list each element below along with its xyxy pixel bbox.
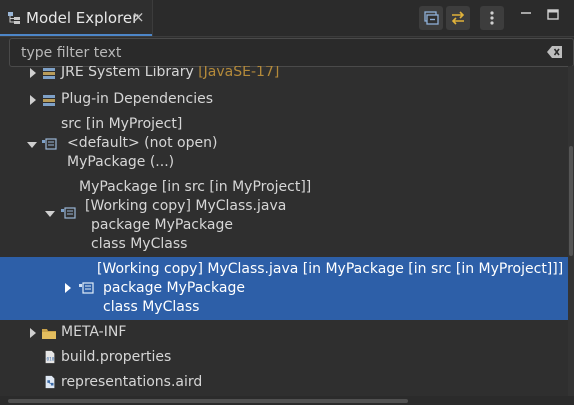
chevron-down-icon[interactable]: [44, 208, 56, 220]
tree-item-meta-inf[interactable]: META-INF: [0, 322, 568, 344]
tree-item-mypackage[interactable]: MyPackage [in src [in MyProject]] [Worki…: [0, 178, 568, 256]
chevron-right-icon[interactable]: [27, 327, 39, 339]
chevron-down-icon[interactable]: [26, 139, 38, 151]
link-with-editor-icon: [451, 11, 465, 25]
tab-model-explorer[interactable]: Model Explorer ×: [0, 0, 153, 36]
tree-item-label: build.properties: [61, 349, 172, 365]
filter-box: [9, 38, 574, 67]
link-with-editor-button[interactable]: [446, 6, 470, 30]
tree-item-label: package MyPackage: [103, 280, 245, 296]
folder-icon: [42, 329, 56, 339]
tree-item-label: JRE System Library [JavaSE-17]: [61, 66, 280, 80]
view-menu-button[interactable]: [480, 6, 504, 30]
filter-input[interactable]: [19, 42, 523, 64]
tree-item-label: class MyClass: [91, 236, 188, 252]
tree-item-representations-aird[interactable]: representations.aird: [0, 372, 568, 394]
collapse-all-button[interactable]: [419, 6, 443, 30]
tree-item-label: MyPackage (...): [67, 154, 175, 170]
scrollbar-thumb[interactable]: [8, 399, 408, 403]
tree-item-build-properties[interactable]: 010 build.properties: [0, 347, 568, 369]
chevron-right-icon[interactable]: [62, 282, 74, 294]
tree-item-src[interactable]: src [in MyProject] <default> (not open) …: [0, 114, 568, 172]
java-file-icon: [61, 207, 76, 219]
tree-item-label: [Working copy] MyClass.java: [85, 198, 287, 214]
chevron-right-icon[interactable]: [27, 67, 39, 79]
tree-item-label: class MyClass: [103, 299, 200, 315]
tree-item-label: package MyPackage: [91, 217, 233, 233]
scrollbar-thumb[interactable]: [569, 146, 573, 256]
package-icon: [42, 138, 57, 150]
tree-item-label: Plug-in Dependencies: [61, 91, 213, 107]
chevron-right-icon[interactable]: [27, 94, 39, 106]
library-icon: [43, 68, 55, 79]
properties-file-icon: 010: [45, 350, 55, 364]
model-explorer-icon: [8, 12, 20, 24]
model-tree: JRE System Library [JavaSE-17] Plug-in D…: [0, 66, 568, 396]
tab-active-indicator: [0, 34, 152, 36]
maximize-icon[interactable]: [546, 8, 560, 22]
close-icon[interactable]: ×: [132, 8, 145, 26]
view-tab-bar: Model Explorer ×: [0, 0, 574, 37]
tab-title: Model Explorer: [26, 9, 139, 27]
tree-item-plugin-dependencies[interactable]: Plug-in Dependencies: [0, 88, 568, 110]
tree-item-label: src [in MyProject]: [61, 116, 183, 132]
svg-text:010: 010: [47, 357, 55, 363]
minimize-icon[interactable]: [519, 8, 533, 22]
vertical-scrollbar[interactable]: [568, 66, 574, 396]
tree-item-label: <default> (not open): [67, 135, 218, 151]
tree-item-label: representations.aird: [61, 374, 203, 390]
aird-file-icon: [45, 375, 55, 389]
clear-filter-icon[interactable]: [547, 45, 563, 59]
vertical-dots-icon: [490, 11, 494, 25]
tree-item-label: MyPackage [in src [in MyProject]]: [79, 179, 312, 195]
tree-item-label: META-INF: [61, 324, 127, 340]
tree-item-myclass-java-selected[interactable]: [Working copy] MyClass.java [in MyPackag…: [0, 257, 568, 320]
library-icon: [43, 95, 55, 106]
java-file-icon: [79, 282, 94, 294]
tree-item-jre-system-library[interactable]: JRE System Library [JavaSE-17]: [0, 66, 568, 84]
tree-item-label: [Working copy] MyClass.java [in MyPackag…: [97, 261, 564, 277]
horizontal-scrollbar[interactable]: [0, 396, 574, 405]
collapse-all-icon: [424, 11, 439, 25]
